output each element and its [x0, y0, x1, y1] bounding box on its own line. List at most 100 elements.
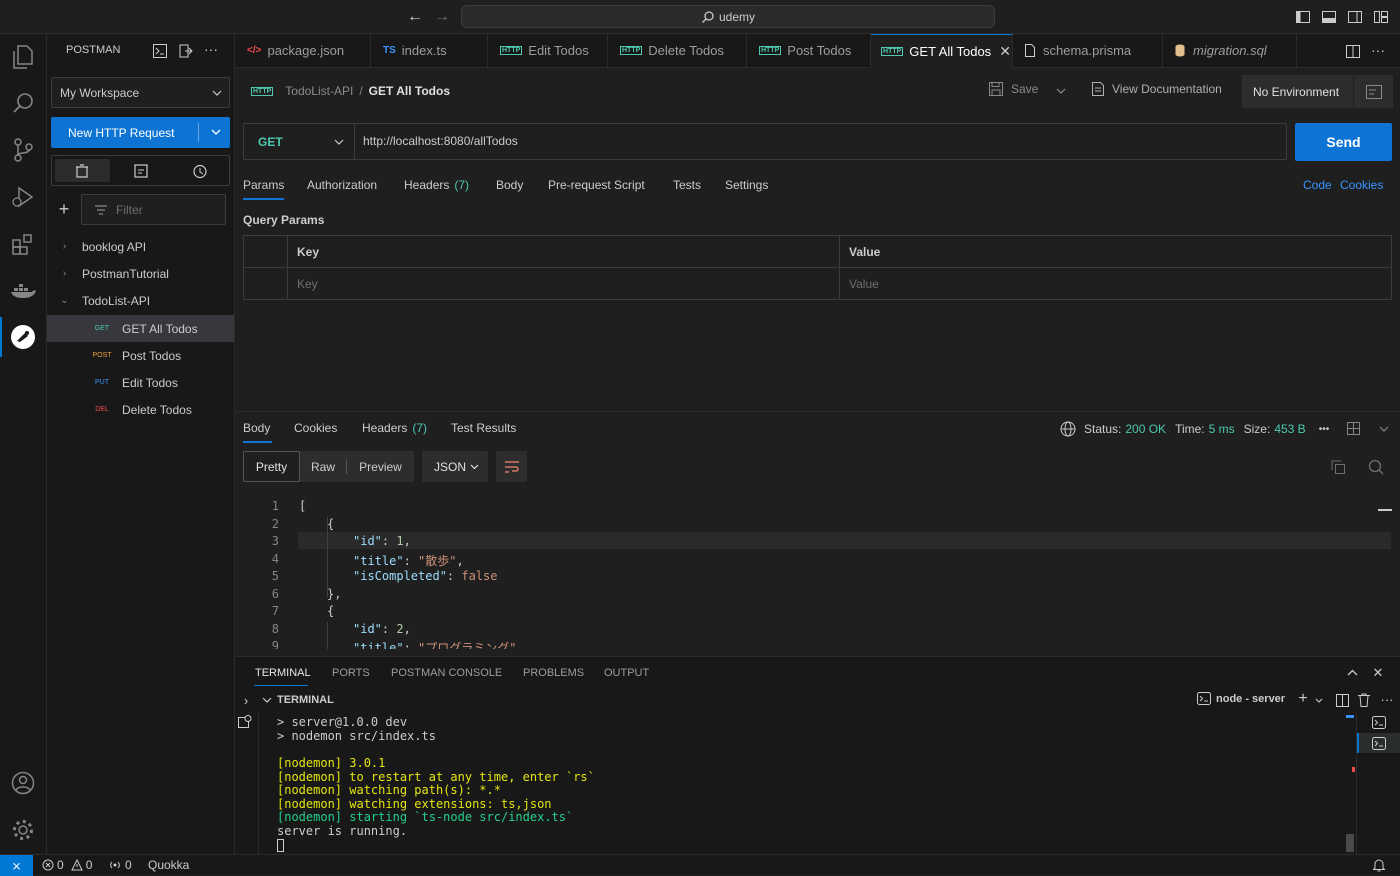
new-terminal-icon[interactable]: + — [1295, 690, 1311, 708]
settings-gear-icon[interactable] — [10, 817, 36, 843]
format-select[interactable]: JSON — [422, 451, 488, 482]
breadcrumb-collection[interactable]: TodoList-API — [285, 84, 353, 98]
value-input[interactable]: Value — [849, 277, 879, 291]
terminal-session-select[interactable]: node - server — [1197, 692, 1285, 705]
collection-booklog-api[interactable]: › booklog API — [47, 233, 234, 260]
toggle-secondary-sidebar-icon[interactable] — [1347, 9, 1363, 25]
tab-params[interactable]: Params — [243, 170, 284, 200]
environment-select[interactable]: No Environment — [1242, 75, 1353, 108]
environment-quicklook-button[interactable] — [1353, 75, 1393, 108]
response-tab-headers[interactable]: Headers (7) — [362, 413, 427, 443]
ports-indicator[interactable]: 0 — [109, 858, 132, 872]
import-icon[interactable] — [177, 42, 195, 60]
quokka-status[interactable]: Quokka — [148, 858, 189, 872]
workspace-select[interactable]: My Workspace — [51, 77, 230, 108]
tab-migration-sql[interactable]: migration.sql — [1163, 34, 1297, 68]
command-center-search[interactable]: udemy — [461, 5, 995, 28]
docker-icon[interactable] — [10, 278, 36, 304]
copy-icon[interactable] — [1329, 459, 1347, 475]
terminal-output[interactable]: > server@1.0.0 dev > nodemon src/index.t… — [235, 715, 1340, 855]
response-tab-test-results[interactable]: Test Results — [451, 413, 516, 443]
chevron-down-icon[interactable] — [1379, 426, 1389, 432]
panel-tab-problems[interactable]: PROBLEMS — [523, 667, 584, 679]
terminal-scrollbar[interactable] — [1346, 834, 1354, 852]
tab-edit-todos[interactable]: HTTP Edit Todos — [488, 34, 608, 68]
preview-view-button[interactable]: Preview — [347, 451, 414, 482]
account-icon[interactable] — [10, 770, 36, 796]
tab-post-todos[interactable]: HTTP Post Todos — [747, 34, 871, 68]
tab-delete-todos[interactable]: HTTP Delete Todos — [608, 34, 747, 68]
key-input[interactable]: Key — [297, 277, 318, 291]
tab-get-all-todos[interactable]: HTTP GET All Todos ✕ — [871, 34, 1013, 68]
send-button[interactable]: Send — [1295, 123, 1392, 161]
tab-package-json[interactable]: </> package.json — [235, 34, 371, 68]
terminal-tab-icon[interactable] — [1370, 713, 1388, 731]
postman-icon[interactable] — [8, 322, 38, 352]
run-debug-icon[interactable] — [10, 184, 36, 210]
panel-tab-output[interactable]: OUTPUT — [604, 667, 649, 679]
close-icon[interactable]: ✕ — [999, 43, 1011, 60]
method-select[interactable]: GET — [244, 124, 355, 159]
response-tab-cookies[interactable]: Cookies — [294, 413, 337, 443]
request-delete-todos[interactable]: DEL Delete Todos — [47, 396, 234, 423]
cookies-link[interactable]: Cookies — [1340, 170, 1383, 200]
view-documentation-button[interactable]: View Documentation — [1092, 82, 1222, 96]
more-actions-icon[interactable]: ••• — [1319, 424, 1330, 435]
tab-pre-request-script[interactable]: Pre-request Script — [548, 170, 645, 200]
toggle-primary-sidebar-icon[interactable] — [1295, 9, 1311, 25]
more-actions-icon[interactable]: ··· — [202, 40, 220, 58]
notifications-bell-icon[interactable] — [1371, 857, 1387, 873]
environments-icon[interactable] — [131, 162, 151, 180]
chevron-down-icon[interactable] — [1315, 698, 1323, 703]
remote-indicator-icon[interactable]: ⨯ — [0, 855, 33, 876]
history-icon[interactable] — [189, 162, 209, 180]
split-editor-icon[interactable] — [1345, 43, 1361, 59]
code-link[interactable]: Code — [1303, 170, 1332, 200]
split-terminal-icon[interactable] — [1334, 692, 1350, 708]
trash-icon[interactable] — [1356, 692, 1372, 708]
wrap-lines-button[interactable] — [496, 451, 527, 482]
tab-tests[interactable]: Tests — [673, 170, 701, 200]
search-icon[interactable] — [10, 90, 36, 116]
more-actions-icon[interactable]: ··· — [1378, 690, 1396, 708]
extensions-icon[interactable] — [10, 231, 36, 257]
panel-tab-terminal[interactable]: TERMINAL — [255, 667, 311, 679]
maximize-panel-icon[interactable] — [1347, 669, 1358, 676]
source-control-icon[interactable] — [10, 137, 36, 163]
url-input[interactable]: http://localhost:8080/allTodos — [363, 134, 518, 148]
tab-authorization[interactable]: Authorization — [307, 170, 377, 200]
terminal-icon[interactable] — [151, 42, 169, 60]
terminal-tab-icon[interactable] — [1370, 734, 1388, 752]
panel-tab-ports[interactable]: PORTS — [332, 667, 370, 679]
chevron-down-icon[interactable] — [262, 697, 272, 703]
breadcrumb-request[interactable]: GET All Todos — [369, 84, 450, 98]
back-arrow-icon[interactable]: ← — [404, 7, 426, 27]
raw-view-button[interactable]: Raw — [300, 451, 346, 482]
new-http-request-button[interactable]: New HTTP Request — [51, 117, 230, 148]
filter-input[interactable]: Filter — [81, 194, 226, 225]
request-get-all-todos[interactable]: GET GET All Todos — [47, 315, 234, 342]
more-actions-icon[interactable]: ··· — [1369, 41, 1387, 59]
close-panel-icon[interactable]: ✕ — [1370, 665, 1386, 681]
panel-tab-postman-console[interactable]: POSTMAN CONSOLE — [391, 667, 502, 679]
toggle-panel-icon[interactable] — [1321, 9, 1337, 25]
collection-todolist-api[interactable]: ⌄ TodoList-API — [47, 287, 234, 314]
customize-layout-icon[interactable] — [1373, 9, 1389, 25]
save-button[interactable]: Save — [989, 82, 1038, 96]
collection-postmantutorial[interactable]: › PostmanTutorial — [47, 260, 234, 287]
tab-body[interactable]: Body — [496, 170, 523, 200]
tab-settings[interactable]: Settings — [725, 170, 768, 200]
tab-headers[interactable]: Headers (7) — [404, 170, 469, 200]
layout-toggle-icon[interactable] — [1345, 420, 1361, 436]
explorer-icon[interactable] — [10, 44, 36, 70]
response-tab-body[interactable]: Body — [243, 413, 270, 443]
request-edit-todos[interactable]: PUT Edit Todos — [47, 369, 234, 396]
search-icon[interactable] — [1367, 458, 1385, 476]
tab-index-ts[interactable]: TS index.ts — [371, 34, 488, 68]
chevron-down-icon[interactable] — [1056, 88, 1066, 94]
forward-arrow-icon[interactable]: → — [431, 7, 453, 27]
request-post-todos[interactable]: POST Post Todos — [47, 342, 234, 369]
tab-schema-prisma[interactable]: schema.prisma — [1013, 34, 1163, 68]
pretty-view-button[interactable]: Pretty — [243, 451, 300, 482]
problems-indicator[interactable]: 0 0 — [42, 858, 92, 872]
